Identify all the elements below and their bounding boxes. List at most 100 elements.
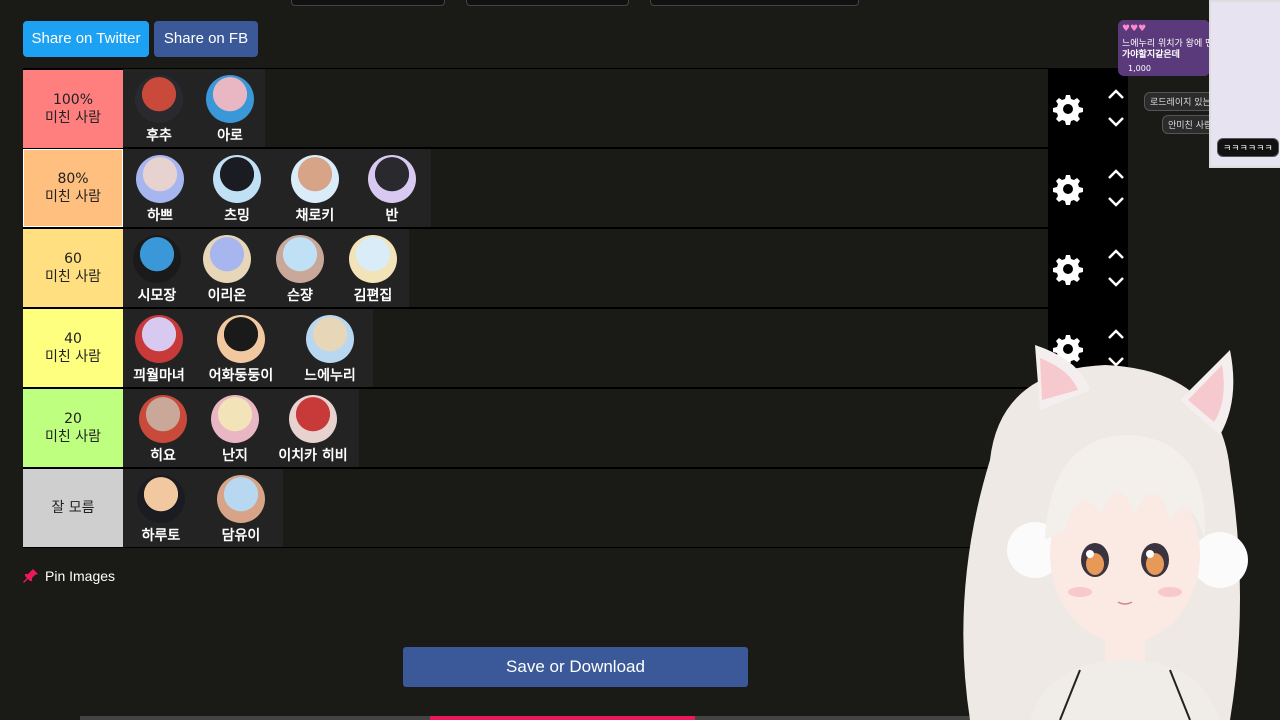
streamer-name: 아로: [217, 128, 243, 144]
streamer-name: 채로키: [295, 208, 335, 224]
streamer-name: 담유이: [221, 528, 261, 544]
pin-icon: [23, 569, 38, 583]
tier-label-line1: 20: [64, 411, 82, 427]
streamer-avatar: [291, 155, 339, 203]
streamer-name: 끠월마녀: [133, 368, 185, 384]
share-facebook-button[interactable]: Share on FB: [154, 21, 258, 57]
chat-message: 가야할지같은데: [1122, 50, 1180, 60]
streamer-avatar: [213, 155, 261, 203]
tier-item[interactable]: 하쁘: [123, 149, 197, 227]
streamer-avatar: [306, 315, 354, 363]
vtuber-avatar-image: [963, 345, 1248, 720]
streamer-avatar: [349, 235, 397, 283]
streamer-name: 난지: [222, 448, 248, 464]
streamer-name: 슨쟝: [287, 288, 313, 304]
tier-item[interactable]: 아로: [195, 69, 265, 147]
tier-label[interactable]: 60 미친 사람: [23, 229, 123, 307]
tier-item[interactable]: 츠밍: [197, 149, 277, 227]
tier-item[interactable]: 끠월마녀: [123, 309, 195, 387]
gear-icon[interactable]: [1052, 253, 1084, 285]
tier-row: 100% 미친 사람후추 아로: [23, 68, 1128, 148]
streamer-avatar: [203, 235, 251, 283]
gear-icon[interactable]: [1052, 173, 1084, 205]
move-up-icon[interactable]: [1106, 327, 1126, 341]
tier-label-line2: 미친 사람: [45, 189, 101, 205]
tier-label[interactable]: 100% 미친 사람: [23, 69, 123, 148]
move-down-icon[interactable]: [1106, 195, 1126, 209]
tier-label-line1: 100%: [52, 92, 94, 108]
tier-label[interactable]: 20 미친 사람: [23, 389, 123, 467]
tier-label-line2: 미친 사람: [45, 269, 101, 285]
tier-label-line1: 40: [64, 331, 82, 347]
streamer-name: 이리온: [207, 288, 247, 304]
streamer-avatar: [137, 475, 185, 523]
top-tab[interactable]: [650, 0, 859, 6]
streamer-avatar: [135, 75, 183, 123]
tier-controls: [1048, 229, 1128, 307]
tier-label-line1: 60: [64, 251, 82, 267]
tier-item[interactable]: 난지: [203, 389, 267, 467]
streamer-avatar: [139, 395, 187, 443]
pin-images-toggle[interactable]: Pin Images: [23, 568, 115, 584]
streamer-avatar: [217, 315, 265, 363]
streamer-name: 츠밍: [224, 208, 250, 224]
streamer-avatar: [217, 475, 265, 523]
video-progress-bar[interactable]: [80, 716, 980, 720]
tier-label[interactable]: 40 미친 사람: [23, 309, 123, 387]
tier-item[interactable]: 시모장: [123, 229, 191, 307]
tier-item[interactable]: 채로키: [277, 149, 353, 227]
streamer-name: 반: [385, 208, 399, 224]
tier-item[interactable]: 김편집: [337, 229, 409, 307]
gear-icon[interactable]: [1052, 93, 1084, 125]
tier-item[interactable]: 히요: [123, 389, 203, 467]
streamer-avatar: [133, 235, 181, 283]
top-tab[interactable]: [466, 0, 629, 6]
tier-item[interactable]: 반: [353, 149, 431, 227]
streamer-name: 느에누리: [304, 368, 356, 384]
streamer-avatar: [368, 155, 416, 203]
tier-row: 80% 미친 사람하쁘 츠밍 채로키 반: [23, 148, 1128, 228]
tier-label[interactable]: 80% 미친 사람: [23, 149, 123, 227]
streamer-name: 하쁘: [147, 208, 173, 224]
move-down-icon[interactable]: [1106, 275, 1126, 289]
tier-row: 60 미친 사람시모장 이리온 슨쟝 김편집: [23, 228, 1128, 308]
streamer-name: 히요: [150, 448, 176, 464]
streamer-avatar: [136, 155, 184, 203]
share-twitter-button[interactable]: Share on Twitter: [23, 21, 149, 57]
streamer-avatar: [289, 395, 337, 443]
tier-item[interactable]: 슨쟝: [263, 229, 337, 307]
streamer-name: 이치카 히비: [278, 448, 348, 464]
tier-item[interactable]: 느에누리: [287, 309, 373, 387]
tier-label-line2: 미친 사람: [45, 110, 101, 126]
streamer-avatar: [211, 395, 259, 443]
streamer-name: 후추: [146, 128, 172, 144]
tier-item[interactable]: 이리온: [191, 229, 263, 307]
donation-count: 1,000: [1128, 64, 1151, 73]
tier-item[interactable]: 후추: [123, 69, 195, 147]
move-up-icon[interactable]: [1106, 167, 1126, 181]
tier-label[interactable]: 잘 모름: [23, 469, 123, 547]
pin-images-label: Pin Images: [45, 568, 116, 584]
tier-controls: [1048, 149, 1128, 227]
streamer-name: 하루토: [141, 528, 181, 544]
streamer-avatar: [206, 75, 254, 123]
streamer-name: 시모장: [137, 288, 177, 304]
streamer-avatar: [276, 235, 324, 283]
save-download-button[interactable]: Save or Download: [403, 647, 748, 687]
streamer-name: 김편집: [353, 288, 393, 304]
tier-label-line2: 미친 사람: [45, 429, 101, 445]
streamer-name: 어화둥둥이: [208, 368, 274, 384]
tier-item[interactable]: 이치카 히비: [267, 389, 359, 467]
tier-label-line1: 잘 모름: [51, 500, 95, 516]
move-up-icon[interactable]: [1106, 247, 1126, 261]
tier-item[interactable]: 하루토: [123, 469, 199, 547]
tier-item[interactable]: 어화둥둥이: [195, 309, 287, 387]
donation-card: ♥♥♥ 느에누리 위치가 왕에 맨들 이번야임으로 가야할지같은데 1,000: [1118, 20, 1274, 76]
streamer-avatar: [135, 315, 183, 363]
top-tab-strip: [0, 0, 1280, 6]
tier-label-line1: 80%: [57, 171, 89, 187]
tier-controls: [1048, 69, 1128, 147]
top-tab[interactable]: [291, 0, 445, 6]
chat-bubble: ㅋㅋㅋㅋㅋㅋ: [1217, 138, 1279, 157]
tier-item[interactable]: 담유이: [199, 469, 283, 547]
